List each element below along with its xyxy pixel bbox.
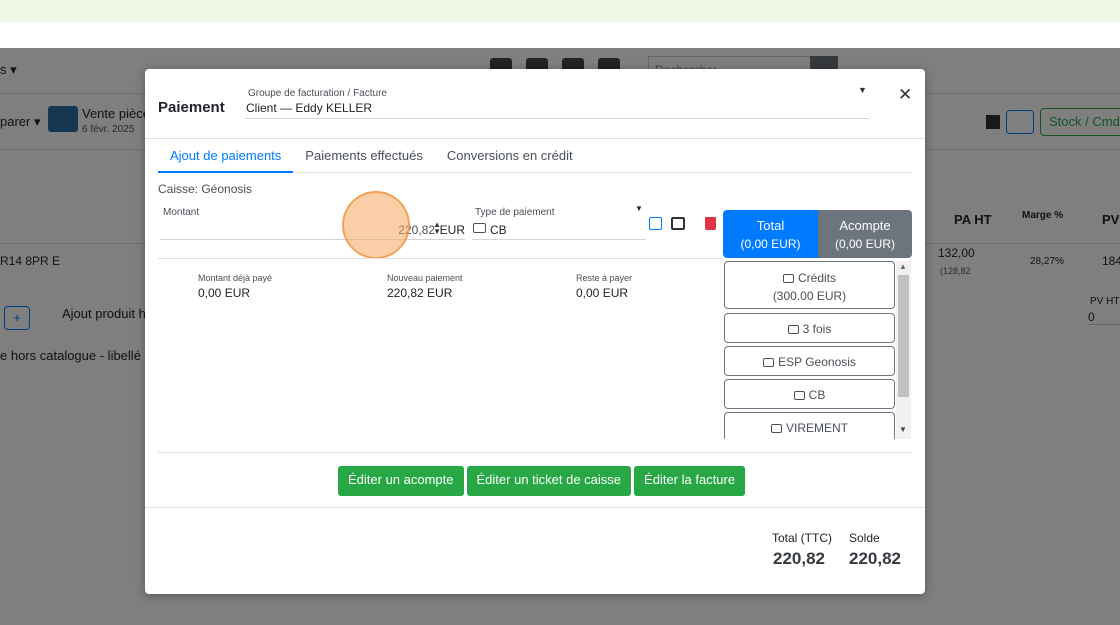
- click-indicator: [342, 191, 410, 259]
- cash-icon: [763, 358, 775, 367]
- payment-method-credits[interactable]: Crédits (300.00 EUR): [724, 261, 895, 309]
- payment-method-label: 3 fois: [802, 322, 832, 336]
- modal-footer-divider: [145, 507, 925, 508]
- scroll-down-icon[interactable]: ▼: [899, 425, 907, 434]
- summary-value: 0,00 EUR: [576, 286, 629, 300]
- summary-value: 220,82 EUR: [387, 286, 453, 300]
- caret-down-icon[interactable]: ▼: [858, 85, 867, 95]
- billing-group-select[interactable]: Client — Eddy KELLER: [245, 101, 869, 119]
- edit-receipt-button[interactable]: Éditer un ticket de caisse: [466, 466, 632, 496]
- payment-checkbox[interactable]: [649, 217, 662, 230]
- balance-value: 220,82: [849, 549, 901, 568]
- divider: [158, 452, 912, 453]
- deposit-button[interactable]: Acompte (0,00 EUR): [818, 210, 912, 258]
- scrollbar[interactable]: ▲ ▼: [896, 261, 911, 439]
- total-button[interactable]: Total (0,00 EUR): [723, 210, 818, 258]
- scrollbar-thumb[interactable]: [898, 275, 909, 397]
- tab-ajout-paiements[interactable]: Ajout de paiements: [158, 141, 294, 173]
- divider: [158, 258, 723, 259]
- tab-paiements-effectues[interactable]: Paiements effectués: [293, 141, 435, 173]
- scroll-up-icon[interactable]: ▲: [899, 262, 907, 271]
- cash-register-label: Caisse: Géonosis: [158, 182, 253, 196]
- payment-method-esp[interactable]: ESP Geonosis: [724, 346, 895, 376]
- payment-type-label: Type de paiement: [475, 207, 555, 218]
- deposit-button-label: Acompte: [839, 218, 891, 233]
- summary-label: Montant déjà payé: [198, 273, 273, 283]
- payment-methods-list: Crédits (300.00 EUR) 3 fois ESP Geonosis…: [723, 261, 912, 439]
- trash-icon[interactable]: [705, 217, 716, 230]
- payment-method-label: Crédits: [797, 271, 836, 285]
- payment-modal: Paiement Groupe de facturation / Facture…: [145, 69, 925, 594]
- billing-group-label: Groupe de facturation / Facture: [248, 88, 387, 99]
- payment-method-virement[interactable]: VIREMENT: [724, 412, 895, 439]
- payment-method-3-fois[interactable]: 3 fois: [724, 313, 895, 343]
- deposit-button-amount: (0,00 EUR): [834, 237, 896, 251]
- payment-tabs: Ajout de paiements Paiements effectués C…: [158, 141, 912, 173]
- payment-method-label: CB: [808, 388, 826, 402]
- total-button-label: Total: [756, 218, 785, 233]
- cash-drawer-icon[interactable]: [671, 217, 685, 230]
- close-icon[interactable]: ✕: [898, 85, 912, 105]
- action-buttons: Éditer un acompte Éditer un ticket de ca…: [338, 466, 746, 496]
- payment-method-sub: (300.00 EUR): [772, 289, 847, 303]
- modal-header: Paiement Groupe de facturation / Facture…: [145, 69, 925, 139]
- payment-method-cb[interactable]: CB: [724, 379, 895, 409]
- balance-label: Solde: [849, 531, 880, 545]
- edit-deposit-button[interactable]: Éditer un acompte: [338, 466, 464, 496]
- top-band: [0, 0, 1120, 22]
- payment-type-value: CB: [490, 223, 507, 237]
- modal-title: Paiement: [158, 99, 225, 116]
- total-button-amount: (0,00 EUR): [740, 237, 801, 251]
- caret-down-icon[interactable]: ▼: [635, 204, 643, 213]
- summary-remaining: Reste à payer 0,00 EUR: [576, 273, 632, 300]
- summary-value: 0,00 EUR: [198, 286, 251, 300]
- payment-type-select[interactable]: CB: [472, 219, 646, 240]
- card-reader-icon: [793, 391, 805, 400]
- edit-invoice-button[interactable]: Éditer la facture: [634, 466, 746, 496]
- card-reader-icon: [473, 223, 486, 233]
- payment-method-label: VIREMENT: [785, 421, 848, 435]
- summary-label: Reste à payer: [576, 273, 633, 283]
- bank-icon: [770, 424, 782, 433]
- payment-method-label: ESP Geonosis: [778, 355, 856, 369]
- tab-conversions-credit[interactable]: Conversions en crédit: [435, 141, 585, 173]
- currency-label: EUR: [439, 223, 465, 237]
- card-icon: [787, 325, 799, 334]
- summary-already-paid: Montant déjà payé 0,00 EUR: [198, 273, 272, 300]
- amount-label: Montant: [163, 207, 200, 218]
- total-ttc-label: Total (TTC): [772, 531, 832, 545]
- summary-new-payment: Nouveau paiement 220,82 EUR: [387, 273, 463, 300]
- summary-label: Nouveau paiement: [387, 273, 463, 283]
- receipt-icon: [782, 274, 794, 283]
- amount-input[interactable]: 220,82 ▲ ▼ EUR: [160, 219, 465, 240]
- total-ttc-value: 220,82: [773, 549, 825, 568]
